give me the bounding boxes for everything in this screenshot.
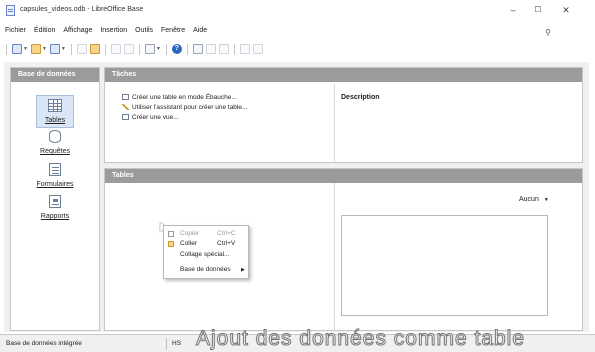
toolbar-separator xyxy=(70,43,72,55)
save-icon[interactable] xyxy=(49,44,60,54)
toolbar-separator xyxy=(233,43,235,55)
copy-icon[interactable] xyxy=(76,44,87,54)
context-item-copy[interactable]: Copier Ctrl+C xyxy=(180,230,246,237)
maximize-button[interactable]: ☐ xyxy=(527,3,549,17)
menu-bar: Fichier Édition Affichage Insertion Outi… xyxy=(0,27,207,39)
database-pane-header: Base de données xyxy=(11,68,99,82)
toolbar-separator xyxy=(138,43,140,55)
toolbar-separator xyxy=(165,43,167,55)
context-item-shortcut: Ctrl+C xyxy=(217,230,236,237)
status-text: Base de données intégrée xyxy=(6,340,82,347)
task-create-table-design[interactable]: Créer une table en mode Ébauche... xyxy=(122,94,237,101)
status-engine: HS xyxy=(172,340,182,347)
minimize-button[interactable]: – xyxy=(502,3,524,17)
chevron-down-icon[interactable]: ▼ xyxy=(156,46,161,52)
task-table-wizard[interactable]: Utiliser l'assistant pour créer une tabl… xyxy=(122,104,247,111)
context-item-paste-special[interactable]: Collage spécial... xyxy=(180,251,230,258)
task-label: Créer une table en mode Ébauche... xyxy=(132,94,237,101)
pane-divider xyxy=(334,183,335,330)
menu-fichier[interactable]: Fichier xyxy=(5,27,26,34)
preview-icon[interactable] xyxy=(218,44,229,54)
tasks-pane-header: Tâches xyxy=(105,68,582,82)
preview-select-value: Aucun xyxy=(519,196,539,203)
report-icon xyxy=(49,195,61,208)
menu-aide[interactable]: Aide xyxy=(193,27,207,34)
nav-label-forms: Formulaires xyxy=(36,181,74,188)
nav-item-queries[interactable]: Requêtes xyxy=(11,130,99,155)
new-document-icon[interactable] xyxy=(12,44,22,54)
help-icon[interactable]: ? xyxy=(171,44,182,54)
context-item-label: Coller xyxy=(180,240,197,247)
details-view-icon[interactable] xyxy=(192,44,203,54)
form-icon[interactable] xyxy=(144,44,155,54)
table-design-icon xyxy=(122,94,129,100)
toolbar-separator xyxy=(186,43,188,55)
description-label: Description xyxy=(341,94,380,101)
context-item-label: Base de données xyxy=(180,266,231,273)
open-folder-icon[interactable] xyxy=(30,44,41,54)
context-item-label: Collage spécial... xyxy=(180,251,230,258)
chevron-down-icon[interactable]: ▼ xyxy=(61,46,66,52)
menu-insertion[interactable]: Insertion xyxy=(100,27,127,34)
menu-outils[interactable]: Outils xyxy=(135,27,153,34)
nav-item-reports[interactable]: Rapports xyxy=(11,195,99,220)
toolbar-separator xyxy=(6,43,7,55)
table-icon xyxy=(48,99,62,112)
form-icon xyxy=(49,163,61,176)
tables-pane-header: Tables xyxy=(105,169,582,183)
title-bar: capsules_videos.odb - LibreOffice Base –… xyxy=(0,0,595,26)
preview-area xyxy=(341,215,548,316)
chevron-right-icon: ▶ xyxy=(241,267,245,273)
close-button[interactable]: ✕ xyxy=(555,3,577,17)
nav-label-reports: Rapports xyxy=(40,213,70,220)
tasks-pane: Tâches Créer une table en mode Ébauche..… xyxy=(104,67,583,163)
nav-label-tables: Tables xyxy=(44,117,66,124)
task-create-view[interactable]: Créer une vue... xyxy=(122,114,179,121)
document-view-icon[interactable] xyxy=(252,44,263,54)
standard-toolbar: ▼ ▼ ▼ ▼ ? xyxy=(4,41,263,57)
nav-item-forms[interactable]: Formulaires xyxy=(11,163,99,188)
search-icon[interactable]: ⚲ xyxy=(545,28,551,37)
video-caption: Ajout des données comme table xyxy=(195,327,526,351)
chevron-down-icon[interactable]: ▼ xyxy=(42,46,47,52)
context-item-database[interactable]: Base de données ▶ xyxy=(180,266,246,273)
toolbar-separator xyxy=(104,43,106,55)
preview-select[interactable]: Aucun ▼ xyxy=(519,196,549,203)
nav-label-queries: Requêtes xyxy=(40,148,70,155)
view-icon xyxy=(122,114,129,120)
list-view-icon[interactable] xyxy=(239,44,250,54)
menu-edition[interactable]: Édition xyxy=(34,27,55,34)
folder-view-icon[interactable] xyxy=(205,44,216,54)
context-menu: Copier Ctrl+C Coller Ctrl+V Collage spéc… xyxy=(163,225,249,279)
context-item-shortcut: Ctrl+V xyxy=(217,240,236,247)
query-icon xyxy=(49,130,61,143)
status-separator xyxy=(166,338,167,350)
window-title: capsules_videos.odb - LibreOffice Base xyxy=(20,6,144,13)
database-pane: Base de données Tables Requêtes Formulai… xyxy=(10,67,100,331)
task-label: Créer une vue... xyxy=(132,114,179,121)
wizard-wand-icon xyxy=(122,104,129,110)
context-item-paste[interactable]: Coller Ctrl+V xyxy=(180,240,246,247)
paste-icon[interactable] xyxy=(89,44,100,54)
menu-fenetre[interactable]: Fenêtre xyxy=(161,27,185,34)
sort-ascending-icon[interactable] xyxy=(110,44,121,54)
chevron-down-icon: ▼ xyxy=(543,197,549,203)
chevron-down-icon[interactable]: ▼ xyxy=(23,46,28,52)
copy-icon xyxy=(168,231,174,237)
nav-item-tables[interactable]: Tables xyxy=(11,95,99,128)
libreoffice-base-icon xyxy=(6,5,15,16)
task-label: Utiliser l'assistant pour créer une tabl… xyxy=(132,104,248,111)
pane-divider xyxy=(334,84,335,162)
sort-descending-icon[interactable] xyxy=(123,44,134,54)
menu-affichage[interactable]: Affichage xyxy=(63,27,92,34)
selected-highlight: Tables xyxy=(36,95,74,128)
paste-icon xyxy=(168,241,174,247)
context-item-label: Copier xyxy=(180,230,200,237)
